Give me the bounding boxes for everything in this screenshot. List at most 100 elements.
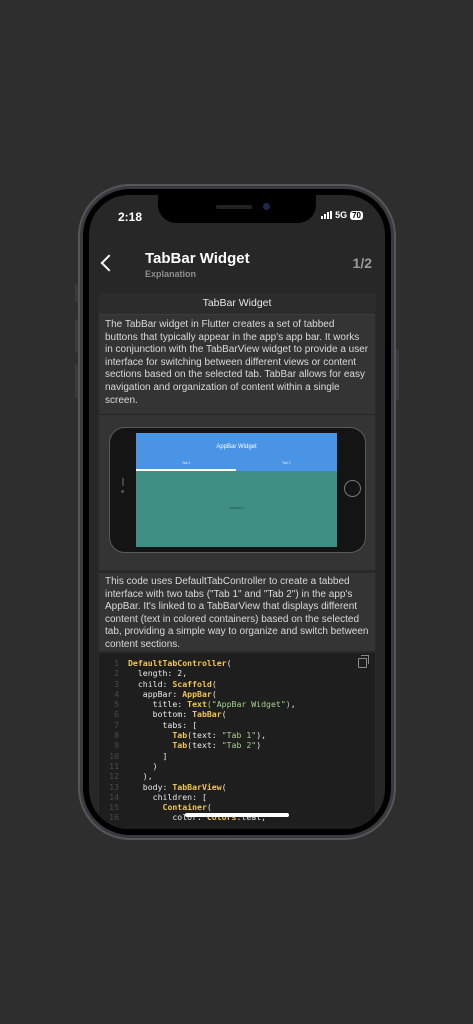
side-button-volume-up bbox=[75, 319, 78, 353]
back-button[interactable] bbox=[100, 254, 118, 272]
page-header: TabBar Widget Explanation 1/2 bbox=[89, 245, 385, 285]
code-token: ] bbox=[128, 750, 168, 761]
preview-speaker bbox=[122, 478, 124, 486]
code-line: 4 appBar: AppBar( bbox=[99, 689, 296, 699]
code-line: 3 child: Scaffold( bbox=[99, 679, 296, 689]
side-button-volume-down bbox=[75, 364, 78, 398]
code-line: 5 title: Text ("AppBar Widget"), bbox=[99, 699, 296, 709]
code-token: tabs: [ bbox=[128, 719, 198, 730]
code-token: bottom: bbox=[128, 709, 193, 720]
code-line: 6 bottom: TabBar( bbox=[99, 709, 296, 719]
code-explanation-text: This code uses DefaultTabController to c… bbox=[105, 576, 369, 650]
network-label: 5G bbox=[335, 210, 348, 220]
line-number: 9 bbox=[114, 740, 119, 751]
code-token: Tab bbox=[172, 730, 188, 741]
line-number: 14 bbox=[109, 791, 119, 802]
preview-camera bbox=[121, 490, 124, 493]
code-block: 1 DefaultTabController(2 length: 2, 3 chil… bbox=[98, 652, 376, 829]
page-subtitle: Explanation bbox=[145, 269, 197, 279]
page-title: TabBar Widget bbox=[145, 250, 250, 267]
code-token: (text: bbox=[187, 730, 222, 741]
signal-icon bbox=[321, 211, 333, 219]
copy-icon[interactable] bbox=[358, 655, 369, 668]
line-number: 12 bbox=[109, 771, 119, 782]
line-number: 3 bbox=[114, 678, 119, 689]
battery-icon: 70 bbox=[350, 210, 363, 220]
side-button-power bbox=[396, 349, 399, 401]
code-token: child: bbox=[128, 678, 173, 689]
code-token: ( bbox=[226, 658, 232, 668]
code-line: 11 ) bbox=[99, 761, 296, 771]
code-line: 15 Container( bbox=[99, 802, 296, 812]
code-line: 12 ), bbox=[99, 771, 296, 781]
code-token: "Tab 1" bbox=[221, 730, 257, 741]
preview-phone: AppBar Widget Tab 1 Tab 2 Content 1 bbox=[109, 427, 366, 553]
line-number: 11 bbox=[109, 760, 119, 771]
code-token: DefaultTabController bbox=[128, 658, 227, 668]
code-token: Tab bbox=[172, 740, 188, 751]
preview-area: AppBar Widget Tab 1 Tab 2 Content 1 bbox=[99, 415, 375, 563]
code-token: appBar: bbox=[128, 688, 183, 699]
code-token: (text: bbox=[187, 740, 222, 751]
preview-home-button bbox=[344, 480, 361, 497]
line-number: 4 bbox=[114, 688, 119, 699]
code-line: 1 DefaultTabController( bbox=[99, 658, 296, 668]
code-token: ( bbox=[206, 802, 212, 813]
code-token: Scaffold bbox=[172, 678, 212, 689]
code-line: 7 tabs: [ bbox=[99, 720, 296, 730]
page-indicator: 1/2 bbox=[352, 255, 372, 271]
line-number: 13 bbox=[109, 781, 119, 792]
preview-screen: AppBar Widget Tab 1 Tab 2 Content 1 bbox=[136, 433, 337, 547]
code-token: ) bbox=[256, 740, 262, 751]
explanation-card: TabBar Widget The TabBar widget in Flutt… bbox=[98, 292, 376, 571]
line-number: 8 bbox=[114, 730, 119, 741]
line-number: 6 bbox=[114, 709, 119, 720]
code-token: length: 2, bbox=[128, 668, 188, 679]
code-token: AppBar bbox=[182, 688, 212, 699]
code-token: body: bbox=[128, 781, 173, 792]
code-token: ("AppBar Widget") bbox=[206, 699, 291, 710]
line-number: 10 bbox=[109, 750, 119, 761]
code-token: children: [ bbox=[128, 791, 207, 802]
line-number: 2 bbox=[114, 668, 119, 679]
status-time: 2:18 bbox=[118, 210, 143, 224]
phone-screen: 2:18 5G 70 TabBar Widget Explanation 1/2… bbox=[89, 195, 385, 829]
code-explanation-card: This code uses DefaultTabController to c… bbox=[98, 572, 376, 652]
preview-appbar: AppBar Widget Tab 1 Tab 2 bbox=[136, 433, 337, 471]
code-token: title: bbox=[128, 699, 188, 710]
line-number: 1 bbox=[114, 658, 119, 668]
home-indicator[interactable] bbox=[185, 813, 289, 817]
code-token: ), bbox=[128, 771, 153, 782]
code-token: "Tab 2" bbox=[221, 740, 257, 751]
code-token: Text bbox=[187, 699, 207, 710]
preview-tab-1: Tab 1 bbox=[182, 461, 191, 465]
code-token: Container bbox=[162, 802, 207, 813]
code-lines: 1 DefaultTabController(2 length: 2, 3 chil… bbox=[99, 658, 296, 823]
card-heading: TabBar Widget bbox=[99, 293, 375, 315]
code-line: 8 Tab (text: "Tab 1"), bbox=[99, 730, 296, 740]
code-line: 13 body: TabBarView( bbox=[99, 782, 296, 792]
code-token: ( bbox=[221, 709, 227, 720]
status-icons: 5G 70 bbox=[321, 210, 363, 220]
line-number: 15 bbox=[109, 802, 119, 813]
code-token: ( bbox=[211, 688, 217, 699]
side-button-silent bbox=[75, 284, 78, 302]
line-number: 16 bbox=[109, 812, 119, 823]
code-token: ), bbox=[256, 730, 267, 741]
code-token: TabBar bbox=[192, 709, 222, 720]
code-token: , bbox=[290, 699, 296, 710]
line-number: 5 bbox=[114, 699, 119, 710]
code-token: ( bbox=[211, 678, 217, 689]
earpiece-speaker bbox=[216, 205, 252, 209]
code-line: 14 children: [ bbox=[99, 792, 296, 802]
phone-frame: 2:18 5G 70 TabBar Widget Explanation 1/2… bbox=[75, 184, 399, 840]
explanation-text: The TabBar widget in Flutter creates a s… bbox=[105, 319, 369, 406]
preview-tab-2: Tab 2 bbox=[282, 461, 291, 465]
code-token: TabBarView bbox=[172, 781, 222, 792]
code-line: 10 ] bbox=[99, 751, 296, 761]
preview-appbar-title: AppBar Widget bbox=[216, 444, 257, 450]
preview-body-text: Content 1 bbox=[228, 506, 245, 510]
